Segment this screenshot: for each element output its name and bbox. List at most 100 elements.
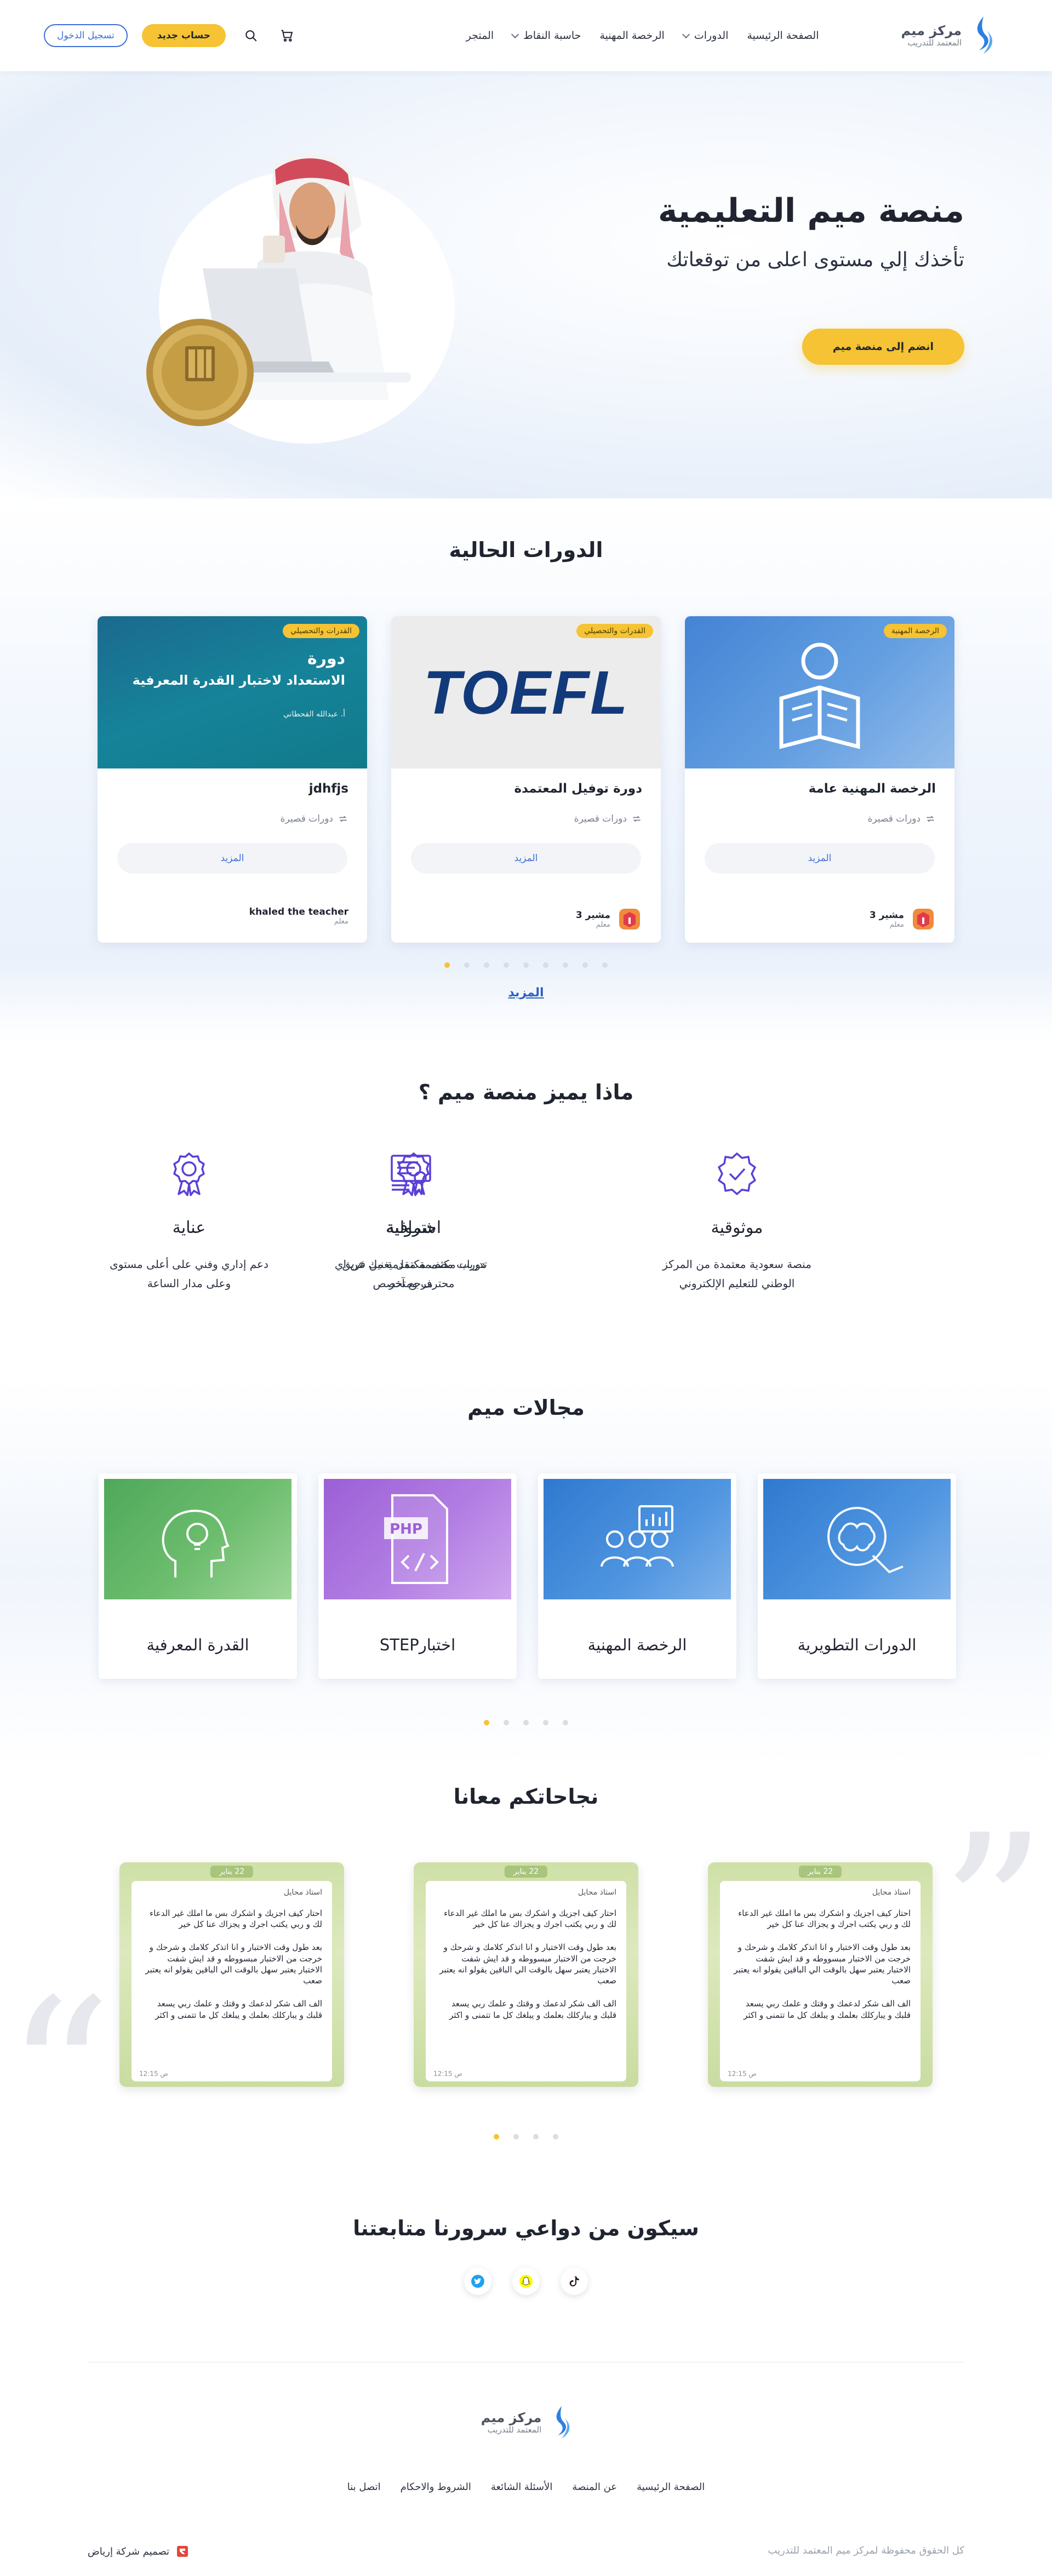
chevron-down-icon (511, 30, 519, 38)
courses-carousel-dots (0, 962, 1052, 968)
teacher-role: معلم (889, 920, 904, 929)
field-card-development-courses[interactable]: الدورات التطويرية (758, 1473, 956, 1679)
carousel-dot[interactable] (464, 962, 470, 968)
testimonial-date: 22 يناير (504, 1866, 548, 1878)
footer-logo-title: مركز ميم (481, 2409, 542, 2425)
field-thumbnail: PHP (324, 1479, 511, 1599)
testimonial-message: استاذ محايل احتار كيف اجزيك و اشكرك بس م… (132, 1881, 332, 2081)
main-nav: الصفحة الرئيسية الدورات الرخصة المهنية ح… (466, 30, 819, 42)
testimonial-date: 22 يناير (798, 1866, 842, 1878)
footer-logo[interactable]: مركز ميم المعتمد للتدريب (481, 2403, 571, 2442)
logo-title: مركز ميم (901, 22, 962, 38)
carousel-dot[interactable] (513, 2134, 519, 2139)
logo[interactable]: مركز ميم المعتمد للتدريب (901, 14, 994, 57)
people-presentation-icon (601, 1505, 674, 1567)
thumb-author: أ. عبدالله القحطاني (283, 710, 345, 719)
feature-title: عناية (172, 1218, 206, 1237)
testimonial-paragraph: احتار كيف اجزيك و اشكرك بس ما املك غير ا… (150, 1908, 322, 1930)
copyright-text: كل الحقوق محفوظة لمركز ميم المعتمد للتدر… (768, 2545, 964, 2556)
quote-mark-icon: ” (940, 1790, 1047, 2033)
new-account-button[interactable]: حساب جديد (141, 24, 226, 47)
snapchat-icon[interactable] (512, 2268, 540, 2295)
search-icon[interactable] (240, 25, 262, 47)
course-type: دورات قصيرة (116, 813, 348, 824)
field-thumbnail (544, 1479, 731, 1599)
field-card-step-exam[interactable]: PHP اختبارSTEP (318, 1473, 517, 1679)
course-card[interactable]: دورة الاستعداد لاختبار القدرة المعرفية أ… (98, 616, 367, 943)
nav-store[interactable]: المتجر (466, 30, 494, 42)
features-section-title: ماذا يميز منصة ميم ؟ (418, 1080, 634, 1104)
course-teacher: khaled the teacher معلم (116, 907, 348, 926)
carousel-dot[interactable] (543, 1720, 548, 1725)
teacher-avatar (619, 909, 640, 930)
carousel-dot[interactable] (563, 1720, 568, 1725)
nav-courses[interactable]: الدورات (682, 30, 728, 42)
testimonial-time: 12:15 ص (433, 2069, 462, 2078)
testimonial-time: 12:15 ص (728, 2069, 757, 2078)
field-card-cognitive-ability[interactable]: القدرة المعرفية (99, 1473, 297, 1679)
feature-title: موثوقية (711, 1218, 763, 1237)
carousel-dot[interactable] (602, 962, 608, 968)
feature-description: تدريب مكثف مكتمل يغنيك عن اي مرجع آخر (334, 1258, 488, 1290)
field-card-professional-license[interactable]: الرخصة المهنية (538, 1473, 736, 1679)
carousel-dot[interactable] (504, 1720, 509, 1725)
carousel-dot[interactable] (484, 962, 489, 968)
thumb-line-2: الاستعداد لاختبار القدرة المعرفية (132, 673, 345, 688)
join-platform-button[interactable]: انضم إلى منصة ميم (802, 329, 964, 365)
nav-label: المتجر (466, 30, 494, 42)
feature-care: عناية دعم إداري وفني على أعلى مستوى وعلى… (101, 1150, 277, 1293)
testimonials-section-title: نجاحاتكم معانا (453, 1785, 599, 1809)
testimonial-paragraph: بعد طول وقت الاختبار و انا اتذكر كلامك و… (734, 1942, 911, 1986)
course-title: الرخصة المهنية عامة (808, 782, 936, 796)
cart-icon[interactable] (276, 25, 298, 47)
carousel-dot[interactable] (504, 962, 509, 968)
php-file-icon: PHP (384, 1494, 448, 1584)
nav-professional-license[interactable]: الرخصة المهنية (599, 30, 664, 42)
carousel-dot[interactable] (582, 962, 588, 968)
teacher-role: معلم (334, 917, 348, 926)
twitter-icon[interactable] (464, 2268, 491, 2295)
feature-comprehensiveness: شمولية تدريب مكثف مكتمل يغنيك عن اي مرجع… (323, 1150, 499, 1293)
teacher-avatar (913, 909, 934, 930)
footer-links: الصفحة الرئيسية عن المنصة الأسئلة الشائع… (0, 2481, 1052, 2493)
courses-view-all-link[interactable]: المزيد (0, 986, 1052, 1000)
footer-link-contact[interactable]: اتصل بنا (347, 2481, 381, 2493)
header-actions: حساب جديد تسجيل الدخول (44, 24, 298, 47)
course-card[interactable]: TOEFL القدرات والتحصيلي دورة توفيل المعت… (391, 616, 661, 943)
course-type: دورات قصيرة (704, 813, 936, 824)
design-credit[interactable]: تصميم شركة إرياض (88, 2545, 189, 2558)
teacher-role: معلم (596, 920, 610, 929)
nav-label: حاسبة النقاط (523, 30, 581, 42)
course-more-button[interactable]: المزيد (411, 843, 641, 874)
field-label: القدرة المعرفية (146, 1636, 249, 1654)
footer-link-about[interactable]: عن المنصة (572, 2481, 617, 2493)
carousel-dot[interactable] (523, 962, 529, 968)
footer-link-home[interactable]: الصفحة الرئيسية (637, 2481, 705, 2493)
login-button[interactable]: تسجيل الدخول (44, 24, 128, 47)
carousel-dot[interactable] (484, 1720, 489, 1725)
carousel-dot[interactable] (563, 962, 568, 968)
thumb-line-1: دورة (307, 649, 345, 668)
footer-link-faq[interactable]: الأسئلة الشائعة (491, 2481, 552, 2493)
course-teacher: مشير 3 معلم (704, 907, 936, 932)
teacher-name: مشير 3 (575, 909, 610, 921)
carousel-dot[interactable] (523, 1720, 529, 1725)
design-credit-label: تصميم شركة إرياض (88, 2545, 170, 2557)
nav-home[interactable]: الصفحة الرئيسية (747, 30, 819, 42)
carousel-dot[interactable] (543, 962, 548, 968)
course-more-button[interactable]: المزيد (117, 843, 347, 874)
logo-subtitle: المعتمد للتدريب (907, 38, 962, 48)
course-card[interactable]: الرخصة المهنية الرخصة المهنية عامة دورات… (685, 616, 954, 943)
carousel-dot[interactable] (533, 2134, 539, 2139)
testimonial-card: 22 يناير استاذ محايل احتار كيف اجزيك و ا… (119, 1862, 344, 2087)
footer-link-terms[interactable]: الشروط والاحكام (401, 2481, 471, 2493)
carousel-dot[interactable] (494, 2134, 499, 2139)
tiktok-icon[interactable] (561, 2268, 588, 2295)
quote-mark-icon: “ (5, 1954, 112, 2197)
carousel-dot[interactable] (444, 962, 450, 968)
repeat-icon (339, 816, 347, 822)
course-more-button[interactable]: المزيد (705, 843, 935, 874)
carousel-dot[interactable] (553, 2134, 558, 2139)
feature-reliability: موثوقية منصة سعودية معتمدة من المركز الو… (649, 1150, 825, 1293)
nav-points-calculator[interactable]: حاسبة النقاط (511, 30, 581, 42)
